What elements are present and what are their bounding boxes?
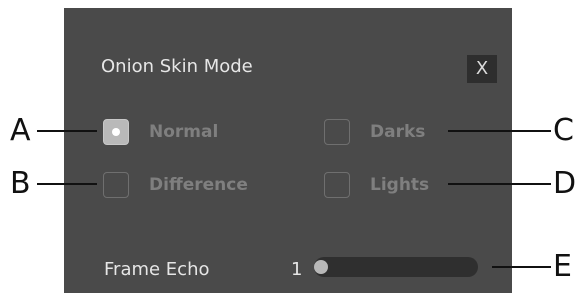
option-difference[interactable]: Difference [103,170,248,200]
leader-line-b [37,183,97,185]
callout-a: A [10,113,31,148]
option-normal[interactable]: Normal [103,117,218,147]
slider-thumb[interactable] [314,260,328,274]
option-normal-label: Normal [149,122,219,142]
frame-echo-slider[interactable] [314,257,478,277]
checked-dot-icon [112,128,120,136]
slider-track [314,257,478,277]
frame-echo-value: 1 [291,259,303,280]
option-difference-label: Difference [149,175,248,195]
onion-skin-dialog [64,8,512,293]
callout-c: C [553,113,574,148]
dialog-title: Onion Skin Mode [101,56,253,77]
option-darks[interactable]: Darks [324,117,425,147]
leader-line-e [492,266,551,268]
lights-checkbox[interactable] [324,172,350,198]
close-button[interactable]: X [467,55,497,83]
callout-d: D [553,166,577,201]
difference-checkbox[interactable] [103,172,129,198]
option-lights[interactable]: Lights [324,170,429,200]
leader-line-a [37,130,97,132]
leader-line-c [448,130,551,132]
option-darks-label: Darks [370,122,426,142]
leader-line-d [448,183,551,185]
darks-checkbox[interactable] [324,119,350,145]
callout-e: E [553,249,572,284]
option-lights-label: Lights [370,175,430,195]
callout-b: B [10,166,31,201]
normal-checkbox[interactable] [103,119,129,145]
frame-echo-label: Frame Echo [104,259,210,280]
